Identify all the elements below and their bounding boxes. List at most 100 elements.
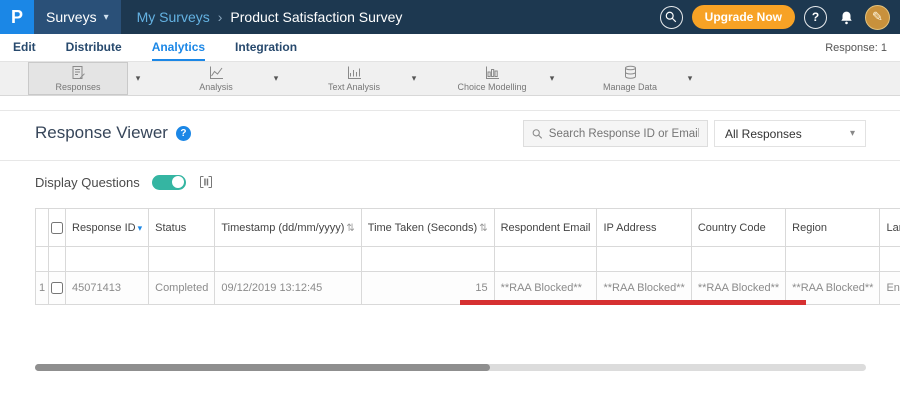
- pencil-icon: ✎: [872, 9, 883, 24]
- header-status[interactable]: Status: [148, 208, 216, 247]
- toolbar-item-text-analysis[interactable]: Text Analysis: [304, 62, 404, 95]
- analytics-toolbar: Responses ▾ Analysis ▾ Text Analysis ▾ C…: [0, 61, 900, 96]
- logo-letter: P: [10, 6, 23, 27]
- text-analysis-icon: [347, 65, 362, 80]
- header-label: Country Code: [697, 221, 766, 234]
- breadcrumb-my-surveys[interactable]: My Surveys: [137, 9, 210, 25]
- filter-cell[interactable]: [690, 246, 787, 272]
- filter-cell: [48, 246, 66, 272]
- row-number: 1: [35, 271, 49, 305]
- breadcrumb: My Surveys › Product Satisfaction Survey: [137, 9, 403, 25]
- header-label: Language: [886, 221, 900, 234]
- filter-cell[interactable]: [879, 246, 900, 272]
- response-count: Response: 1: [825, 41, 887, 54]
- search-icon: [532, 128, 543, 139]
- filter-dropdown-value: All Responses: [725, 126, 802, 141]
- product-switcher[interactable]: Surveys ▾: [34, 0, 121, 34]
- sort-desc-icon[interactable]: ▾: [138, 223, 143, 233]
- header-country-code[interactable]: Country Code: [690, 208, 787, 247]
- toolbar-item-label: Text Analysis: [327, 82, 381, 92]
- header-label: Time Taken (Seconds): [367, 221, 478, 234]
- cell-timestamp: 09/12/2019 13:12:45: [214, 271, 362, 305]
- upgrade-now-button[interactable]: Upgrade Now: [691, 5, 795, 29]
- filter-cell[interactable]: [148, 246, 216, 272]
- toolbar-group-analysis: Analysis ▾: [166, 62, 286, 95]
- toolbar-manage-data-caret[interactable]: ▾: [680, 62, 700, 95]
- header-label: Status: [155, 221, 187, 234]
- choice-modelling-icon: [485, 65, 500, 80]
- toolbar-item-responses[interactable]: Responses: [28, 62, 128, 95]
- divider: [0, 110, 900, 111]
- toolbar-item-choice-modelling[interactable]: Choice Modelling: [442, 62, 542, 95]
- header-label: Response ID: [72, 221, 136, 234]
- table-filter-row: [35, 246, 900, 272]
- toolbar-item-manage-data[interactable]: Manage Data: [580, 62, 680, 95]
- chevron-down-icon: ▾: [849, 128, 855, 139]
- viewer-title-row: Response Viewer ?: [35, 123, 191, 143]
- breadcrumb-current-survey: Product Satisfaction Survey: [230, 9, 403, 25]
- header-row-number: [35, 208, 49, 247]
- filter-cell: [35, 246, 49, 272]
- table-header-row: Response ID ▾ Status Timestamp (dd/mm/yyy…: [35, 208, 900, 247]
- tab-edit[interactable]: Edit: [13, 34, 36, 61]
- filter-cell[interactable]: [596, 246, 692, 272]
- display-questions-row: Display Questions: [35, 174, 214, 190]
- manage-data-icon: [623, 65, 638, 80]
- filter-cell[interactable]: [493, 246, 598, 272]
- viewer-help-icon[interactable]: ?: [175, 125, 191, 141]
- tab-distribute[interactable]: Distribute: [66, 34, 122, 61]
- header-language[interactable]: Language: [879, 208, 900, 247]
- annotation-red-underline: [460, 300, 806, 305]
- responses-filter-dropdown[interactable]: All Responses ▾: [714, 120, 866, 147]
- header-response-id[interactable]: Response ID ▾: [64, 208, 150, 247]
- product-switcher-label: Surveys: [46, 9, 97, 25]
- toolbar-item-analysis[interactable]: Analysis: [166, 62, 266, 95]
- toolbar-analysis-caret[interactable]: ▾: [266, 62, 286, 95]
- responses-icon: [71, 65, 86, 80]
- toolbar-group-choice-modelling: Choice Modelling ▾: [442, 62, 562, 95]
- search-icon[interactable]: [659, 5, 683, 29]
- filter-cell[interactable]: [360, 246, 495, 272]
- header-ip-address[interactable]: IP Address: [596, 208, 692, 247]
- bell-glyph: [840, 11, 852, 24]
- header-time-taken[interactable]: Time Taken (Seconds) ⇅: [360, 208, 495, 247]
- filter-cell[interactable]: [64, 246, 150, 272]
- filter-cell[interactable]: [214, 246, 362, 272]
- app-logo[interactable]: P: [0, 0, 34, 34]
- header-label: Timestamp (dd/mm/yyyy): [221, 221, 345, 234]
- header-respondent-email[interactable]: Respondent Email: [493, 208, 598, 247]
- header-label: Region: [792, 221, 827, 234]
- display-questions-toggle[interactable]: [151, 174, 186, 190]
- response-viewer-panel: Response Viewer ? All Responses ▾ Displa…: [0, 96, 900, 401]
- horizontal-scrollbar-thumb[interactable]: [35, 364, 490, 371]
- sort-both-icon[interactable]: ⇅: [479, 223, 487, 234]
- header-region[interactable]: Region: [785, 208, 881, 247]
- toolbar-choice-modelling-caret[interactable]: ▾: [542, 62, 562, 95]
- sort-both-icon[interactable]: ⇅: [346, 223, 354, 234]
- header-timestamp[interactable]: Timestamp (dd/mm/yyyy) ⇅: [214, 208, 362, 247]
- search-input[interactable]: [548, 127, 699, 140]
- response-search-box: [523, 120, 708, 147]
- notifications-bell-icon[interactable]: [836, 10, 856, 25]
- header-label: IP Address: [603, 221, 657, 234]
- filter-cell[interactable]: [785, 246, 881, 272]
- help-icon[interactable]: ?: [804, 5, 827, 29]
- toolbar-text-analysis-caret[interactable]: ▾: [404, 62, 424, 95]
- tab-integration[interactable]: Integration: [235, 34, 297, 61]
- toolbar-item-label: Analysis: [199, 82, 233, 92]
- tab-analytics[interactable]: Analytics: [151, 34, 206, 61]
- response-id-link[interactable]: 45071413: [64, 271, 150, 305]
- breadcrumb-separator-icon: ›: [217, 9, 223, 25]
- page-title: Response Viewer: [35, 123, 168, 142]
- toggle-knob: [171, 176, 184, 188]
- select-all-checkbox[interactable]: [51, 221, 63, 234]
- display-questions-label: Display Questions: [35, 174, 140, 190]
- horizontal-scrollbar[interactable]: [35, 364, 866, 371]
- avatar[interactable]: ✎: [865, 4, 890, 30]
- responses-table: Response ID ▾ Status Timestamp (dd/mm/yyy…: [35, 208, 900, 305]
- columns-icon[interactable]: [198, 174, 214, 190]
- toolbar-item-label: Responses: [55, 82, 101, 92]
- divider: [0, 160, 900, 161]
- toolbar-responses-caret[interactable]: ▾: [128, 62, 148, 95]
- row-checkbox[interactable]: [51, 282, 63, 295]
